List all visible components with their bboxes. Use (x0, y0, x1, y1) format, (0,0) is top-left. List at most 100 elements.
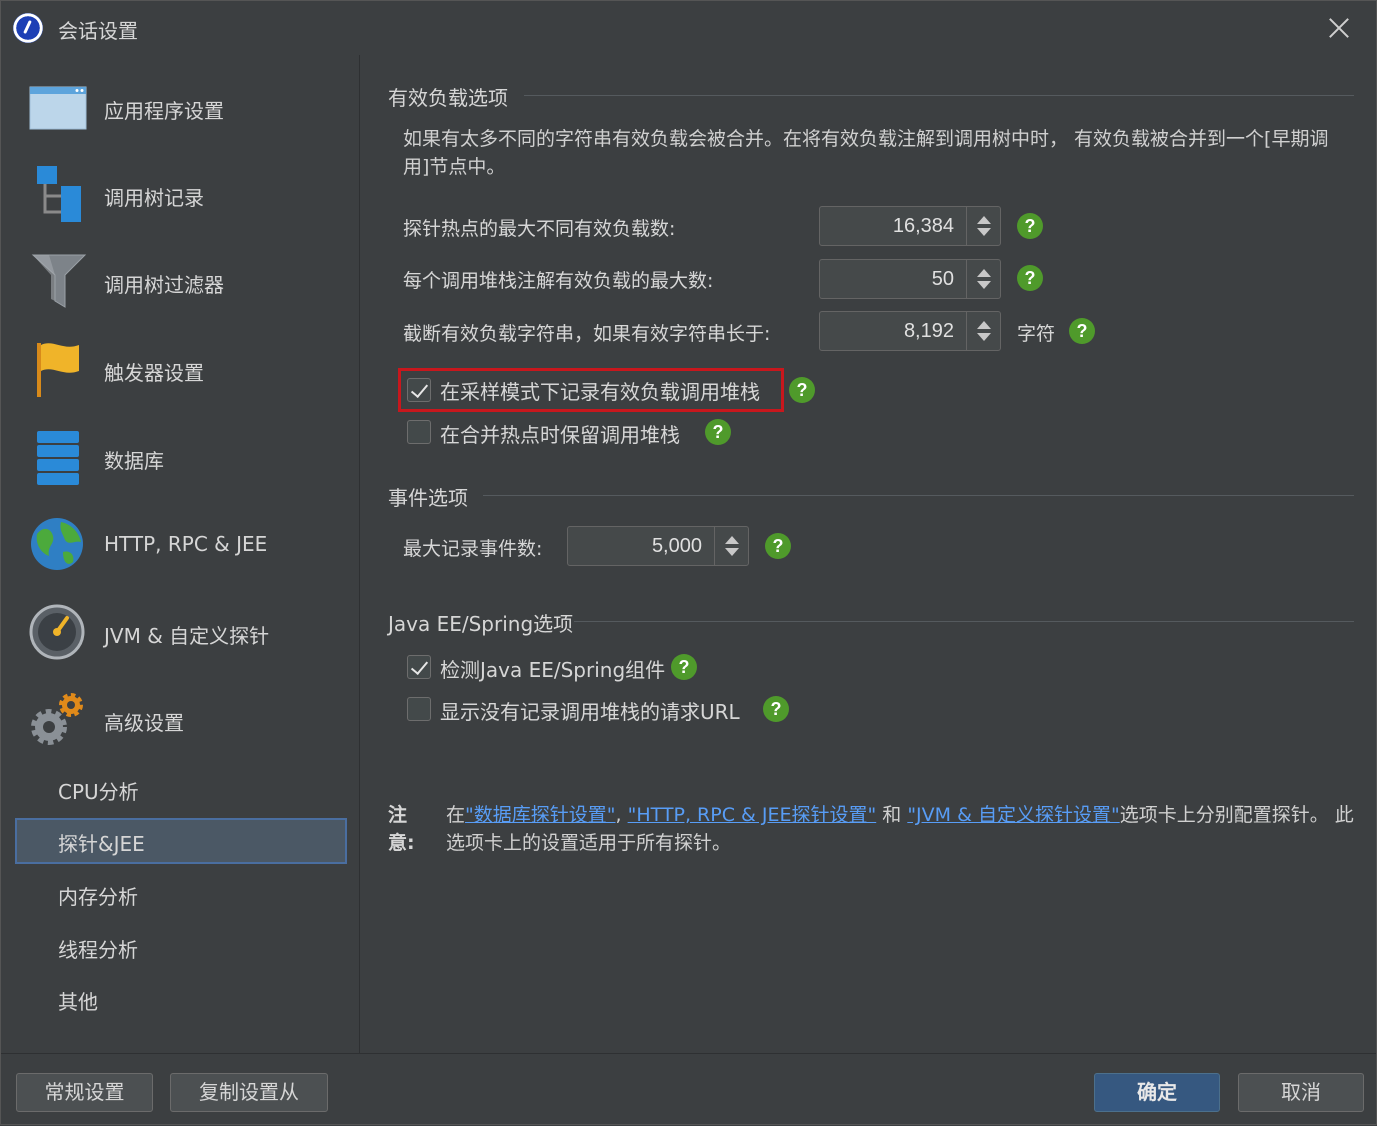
max-payloads-per-stack-input[interactable] (820, 260, 966, 298)
sidebar-item-database[interactable]: 数据库 (3, 417, 360, 497)
window-title: 会话设置 (58, 19, 138, 43)
max-events-label: 最大记录事件数: (403, 538, 543, 560)
sidebar-item-label: 调用树过滤器 (104, 273, 224, 297)
note-heading: 注意: (388, 804, 415, 854)
spin-up-icon[interactable] (977, 216, 991, 224)
spin-up-icon[interactable] (725, 536, 739, 544)
copy-settings-from-button[interactable]: 复制设置从 (170, 1073, 328, 1112)
note-text: 在"数据库探针设置", "HTTP, RPC & JEE探针设置" 和 "JVM… (446, 801, 1371, 857)
settings-sidebar: 应用程序设置 调用树记录 调用树过滤器 触发器设置 数据库 HTTP, RPC … (3, 55, 360, 1053)
dialog-footer: 常规设置 复制设置从 确定 取消 (1, 1053, 1376, 1126)
session-settings-dialog: 会话设置 应用程序设置 调用树记录 调用树过滤器 触发器设置 数据库 HTTP,… (0, 0, 1377, 1125)
gauge-icon (29, 604, 85, 660)
cancel-button[interactable]: 取消 (1238, 1073, 1364, 1112)
general-settings-button[interactable]: 常规设置 (16, 1073, 153, 1112)
app-icon (13, 13, 43, 43)
spin-up-icon[interactable] (977, 269, 991, 277)
help-icon[interactable]: ? (1017, 265, 1043, 291)
max-events-input[interactable] (568, 527, 714, 565)
javaee-section-title: Java EE/Spring选项 (388, 612, 574, 636)
max-distinct-payloads-input[interactable] (820, 207, 966, 245)
note-separator: , (615, 804, 628, 826)
sidebar-subitem-thread-profiling[interactable]: 线程分析 (15, 924, 347, 970)
help-icon[interactable]: ? (1017, 213, 1043, 239)
sidebar-item-label: 高级设置 (104, 711, 184, 735)
sidebar-subitem-memory-profiling[interactable]: 内存分析 (15, 871, 347, 917)
payload-description: 如果有太多不同的字符串有效负载会被合并。在将有效负载注解到调用树中时， 有效负载… (403, 128, 1329, 178)
sidebar-subitem-probes-jee[interactable]: 探针&JEE (15, 818, 347, 864)
events-section-title: 事件选项 (388, 486, 468, 510)
retain-stacks-checkbox[interactable] (407, 420, 431, 444)
sidebar-item-label: 调用树记录 (104, 186, 204, 210)
spin-down-icon[interactable] (977, 281, 991, 289)
title-bar: 会话设置 (1, 1, 1376, 55)
ok-button[interactable]: 确定 (1094, 1073, 1220, 1112)
spin-down-icon[interactable] (725, 548, 739, 556)
sidebar-item-advanced-settings[interactable]: 高级设置 (3, 679, 360, 759)
sidebar-item-trigger-settings[interactable]: 触发器设置 (3, 329, 360, 409)
sidebar-item-call-tree-recording[interactable]: 调用树记录 (3, 154, 360, 234)
section-divider (574, 621, 1354, 622)
sidebar-subitem-cpu-profiling[interactable]: CPU分析 (15, 766, 347, 812)
spinner-arrows[interactable] (966, 312, 1000, 350)
sidebar-item-label: 触发器设置 (104, 361, 204, 385)
help-icon[interactable]: ? (763, 696, 789, 722)
flag-icon (37, 343, 79, 397)
spin-up-icon[interactable] (977, 321, 991, 329)
truncate-unit-label: 字符 (1017, 323, 1056, 345)
sidebar-item-label: HTTP, RPC & JEE (104, 532, 268, 556)
spin-down-icon[interactable] (977, 228, 991, 236)
jvm-custom-probe-settings-link[interactable]: "JVM & 自定义探针设置" (907, 804, 1119, 826)
sidebar-item-jvm-custom-probes[interactable]: JVM & 自定义探针 (3, 592, 360, 672)
truncate-strings-label: 截断有效负载字符串，如果有效字符串长于: (403, 323, 771, 345)
sidebar-subitem-label: CPU分析 (58, 780, 139, 804)
funnel-icon (31, 254, 87, 308)
database-probe-settings-link[interactable]: "数据库探针设置" (465, 804, 615, 826)
help-icon[interactable]: ? (789, 377, 815, 403)
http-rpc-jee-probe-settings-link[interactable]: "HTTP, RPC & JEE探针设置" (628, 804, 877, 826)
spin-down-icon[interactable] (977, 333, 991, 341)
sidebar-subitem-label: 探针&JEE (58, 832, 145, 856)
sidebar-item-call-tree-filters[interactable]: 调用树过滤器 (3, 241, 360, 321)
record-payload-stacks-checkbox[interactable] (407, 378, 431, 402)
sidebar-subitem-label: 内存分析 (58, 885, 138, 909)
max-payloads-per-stack-label: 每个调用堆栈注解有效负载的最大数: (403, 270, 714, 292)
settings-content: 有效负载选项 如果有太多不同的字符串有效负载会被合并。在将有效负载注解到调用树中… (361, 55, 1376, 1053)
spinner-arrows[interactable] (714, 527, 748, 565)
truncate-strings-input[interactable] (820, 312, 966, 350)
record-payload-stacks-label[interactable]: 在采样模式下记录有效负载调用堆栈 (440, 376, 760, 405)
note-prefix: 在 (446, 804, 466, 826)
close-icon[interactable] (1324, 13, 1354, 43)
payload-section-title: 有效负载选项 (388, 86, 508, 110)
section-divider (524, 95, 1354, 96)
help-icon[interactable]: ? (765, 533, 791, 559)
help-icon[interactable]: ? (671, 654, 697, 680)
call-tree-icon (37, 166, 81, 222)
detect-javaee-checkbox[interactable] (407, 655, 431, 679)
spinner-arrows[interactable] (966, 260, 1000, 298)
database-icon (37, 431, 79, 485)
spinner-arrows[interactable] (966, 207, 1000, 245)
section-divider (483, 495, 1354, 496)
sidebar-subitem-label: 其他 (58, 990, 98, 1014)
max-events-spinner (567, 526, 749, 566)
gears-icon (31, 693, 83, 745)
sidebar-item-label: 应用程序设置 (104, 99, 224, 123)
help-icon[interactable]: ? (1069, 318, 1095, 344)
max-distinct-payloads-spinner (819, 206, 1001, 246)
globe-icon (31, 518, 83, 570)
show-request-urls-checkbox[interactable] (407, 697, 431, 721)
retain-stacks-label[interactable]: 在合并热点时保留调用堆栈 (440, 419, 680, 448)
truncate-strings-spinner (819, 311, 1001, 351)
sidebar-item-http-rpc-jee[interactable]: HTTP, RPC & JEE (3, 504, 360, 584)
sidebar-subitem-label: 线程分析 (58, 938, 138, 962)
sidebar-subitem-miscellaneous[interactable]: 其他 (15, 976, 347, 1022)
sidebar-item-application-settings[interactable]: 应用程序设置 (3, 67, 360, 147)
sidebar-item-label: 数据库 (104, 449, 164, 473)
max-payloads-per-stack-spinner (819, 259, 1001, 299)
help-icon[interactable]: ? (705, 419, 731, 445)
max-distinct-payloads-label: 探针热点的最大不同有效负载数: (403, 218, 676, 240)
show-request-urls-label[interactable]: 显示没有记录调用堆栈的请求URL (440, 696, 740, 725)
application-window-icon (29, 86, 87, 130)
detect-javaee-label[interactable]: 检测Java EE/Spring组件 (440, 654, 665, 683)
